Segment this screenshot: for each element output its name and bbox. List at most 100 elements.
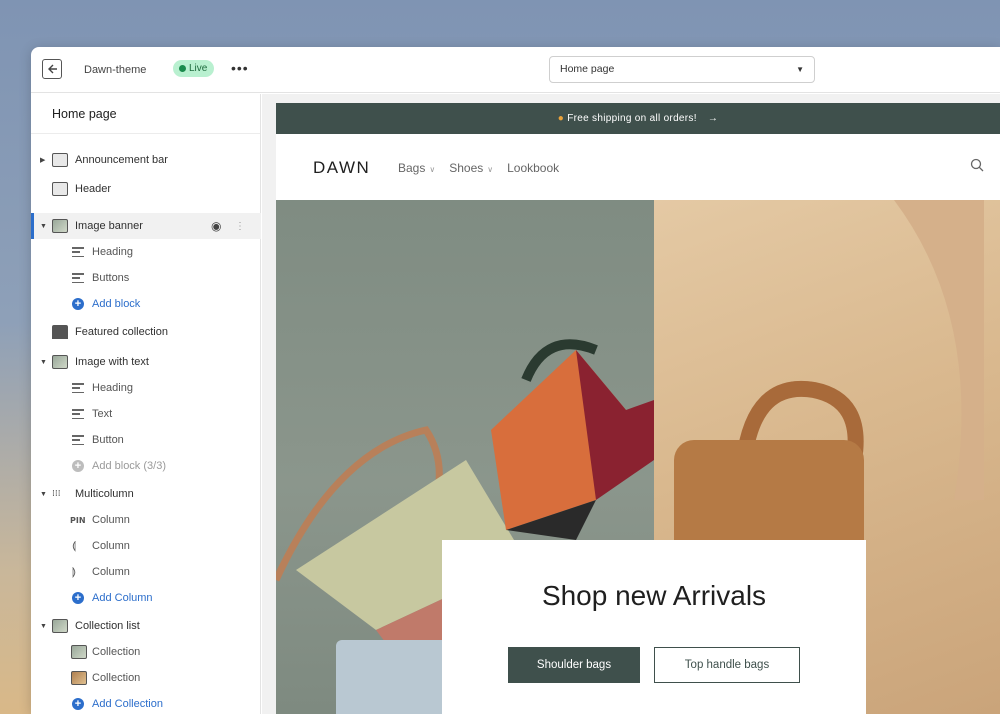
section-label: Header <box>75 183 112 195</box>
collapse-arrow-icon[interactable]: ▼ <box>40 223 47 230</box>
block-label: Column <box>92 540 130 552</box>
multicolumn-icon: ⁞⁞⁞ <box>52 489 61 499</box>
nav-item-bags[interactable]: Bags ∨ <box>398 161 435 175</box>
add-collection-button[interactable]: + Add Collection <box>31 691 261 714</box>
banner-content-box: Shop new Arrivals Shoulder bags Top hand… <box>442 540 866 714</box>
block-label: Collection <box>92 672 141 684</box>
block-label: Button <box>92 434 124 446</box>
collapse-arrow-icon[interactable]: ▼ <box>40 359 47 366</box>
section-label: Image banner <box>75 220 143 232</box>
block-text[interactable]: Text <box>31 401 261 427</box>
more-actions-button[interactable]: ••• <box>231 60 249 76</box>
section-layout-icon <box>52 153 68 167</box>
add-column-label: Add Column <box>92 592 153 604</box>
block-label: Heading <box>92 246 133 258</box>
block-heading[interactable]: Heading <box>31 375 261 401</box>
section-announcement-bar[interactable]: ▶ Announcement bar <box>31 147 261 173</box>
block-column[interactable]: ⟬ Column <box>31 533 261 559</box>
plus-circle-icon: + <box>72 460 84 472</box>
section-label: Image with text <box>75 356 149 368</box>
block-label: Text <box>92 408 113 420</box>
arrow-right-icon: → <box>707 113 719 124</box>
banner-heading: Shop new Arrivals <box>541 580 767 611</box>
add-block-button[interactable]: + Add block <box>31 291 261 317</box>
plus-circle-icon: + <box>72 698 84 710</box>
nav-label: Shoes <box>449 161 484 175</box>
block-button[interactable]: Button <box>31 427 261 453</box>
page-select-value: Home page <box>560 63 615 75</box>
image-banner[interactable]: Shop new Arrivals Shoulder bags Top hand… <box>276 200 1000 714</box>
section-image-banner[interactable]: ▼ Image banner ◉ ⋮ <box>31 213 261 239</box>
section-collection-list[interactable]: ▼ Collection list <box>31 613 261 639</box>
add-collection-label: Add Collection <box>92 698 163 710</box>
block-label: Column <box>92 514 130 526</box>
image-section-icon <box>52 619 68 633</box>
text-block-icon <box>72 409 84 419</box>
top-handle-bags-button[interactable]: Top handle bags <box>654 647 800 683</box>
announcement-bar[interactable]: ● Free shipping on all orders! → <box>276 103 1000 134</box>
column-icon: ⟭ <box>72 565 77 578</box>
chevron-down-icon: ∨ <box>429 165 436 174</box>
search-icon[interactable] <box>970 158 984 172</box>
store-header: DAWN Bags ∨ Shoes ∨ Lookbook <box>276 134 1000 200</box>
add-block-button-disabled: + Add block (3/3) <box>31 453 261 479</box>
block-collection[interactable]: Collection <box>31 665 261 691</box>
column-icon: ⟬ <box>72 539 77 552</box>
add-column-button[interactable]: + Add Column <box>31 585 261 611</box>
theme-name: Dawn-theme <box>84 64 147 76</box>
plus-circle-icon: + <box>72 592 84 604</box>
block-label: Buttons <box>92 272 130 284</box>
drag-handle-icon[interactable]: ⋮ <box>235 221 245 232</box>
theme-editor-window: Dawn-theme Live ••• Home page ▼ Home pag… <box>31 47 1000 714</box>
section-header[interactable]: Header <box>31 176 261 202</box>
chevron-down-icon: ∨ <box>487 165 494 174</box>
editor-topbar: Dawn-theme Live ••• Home page ▼ <box>31 47 1000 93</box>
text-block-icon <box>72 383 84 393</box>
tag-icon <box>52 325 68 339</box>
block-label: Column <box>92 566 130 578</box>
collapse-arrow-icon[interactable]: ▼ <box>40 623 47 630</box>
collection-image-icon <box>71 645 87 659</box>
section-featured-collection[interactable]: Featured collection <box>31 319 261 345</box>
section-label: Collection list <box>75 620 140 632</box>
block-heading[interactable]: Heading <box>31 239 261 265</box>
storefront: ● Free shipping on all orders! → DAWN Ba… <box>276 103 1000 714</box>
nav-item-shoes[interactable]: Shoes ∨ <box>449 161 493 175</box>
image-section-icon <box>52 355 68 369</box>
block-label: Heading <box>92 382 133 394</box>
image-section-icon <box>52 219 68 233</box>
section-image-with-text[interactable]: ▼ Image with text <box>31 349 261 375</box>
sidebar-title: Home page <box>31 94 260 134</box>
expand-arrow-icon[interactable]: ▶ <box>40 156 45 164</box>
collapse-arrow-icon[interactable]: ▼ <box>40 491 47 498</box>
nav-item-lookbook[interactable]: Lookbook <box>507 161 559 175</box>
add-block-label: Add block (3/3) <box>92 460 166 472</box>
column-icon: PIN <box>70 515 86 525</box>
section-multicolumn[interactable]: ▼ ⁞⁞⁞ Multicolumn <box>31 481 261 507</box>
nav-label: Bags <box>398 161 426 175</box>
eye-icon[interactable]: ◉ <box>211 219 221 233</box>
collection-image-icon <box>71 671 87 685</box>
text-block-icon <box>72 247 84 257</box>
store-logo[interactable]: DAWN <box>313 158 370 178</box>
store-nav: Bags ∨ Shoes ∨ Lookbook <box>398 161 559 175</box>
text-block-icon <box>72 435 84 445</box>
gift-icon: ● <box>557 113 565 124</box>
block-buttons[interactable]: Buttons <box>31 265 261 291</box>
block-column[interactable]: ⟭ Column <box>31 559 261 585</box>
shoulder-bags-button[interactable]: Shoulder bags <box>508 647 640 683</box>
exit-button[interactable] <box>42 59 62 79</box>
announcement-text: Free shipping on all orders! <box>567 113 697 124</box>
block-column[interactable]: PIN Column <box>31 507 261 533</box>
chevron-down-icon: ▼ <box>796 65 804 74</box>
section-label: Multicolumn <box>75 488 134 500</box>
sections-sidebar: Home page ▶ Announcement bar Header ▼ Im… <box>31 94 261 714</box>
page-select-dropdown[interactable]: Home page ▼ <box>549 56 815 83</box>
block-collection[interactable]: Collection <box>31 639 261 665</box>
store-preview: ● Free shipping on all orders! → DAWN Ba… <box>262 94 1000 714</box>
section-label: Featured collection <box>75 326 168 338</box>
text-block-icon <box>72 273 84 283</box>
block-label: Collection <box>92 646 141 658</box>
section-layout-icon <box>52 182 68 196</box>
exit-icon <box>48 64 57 74</box>
